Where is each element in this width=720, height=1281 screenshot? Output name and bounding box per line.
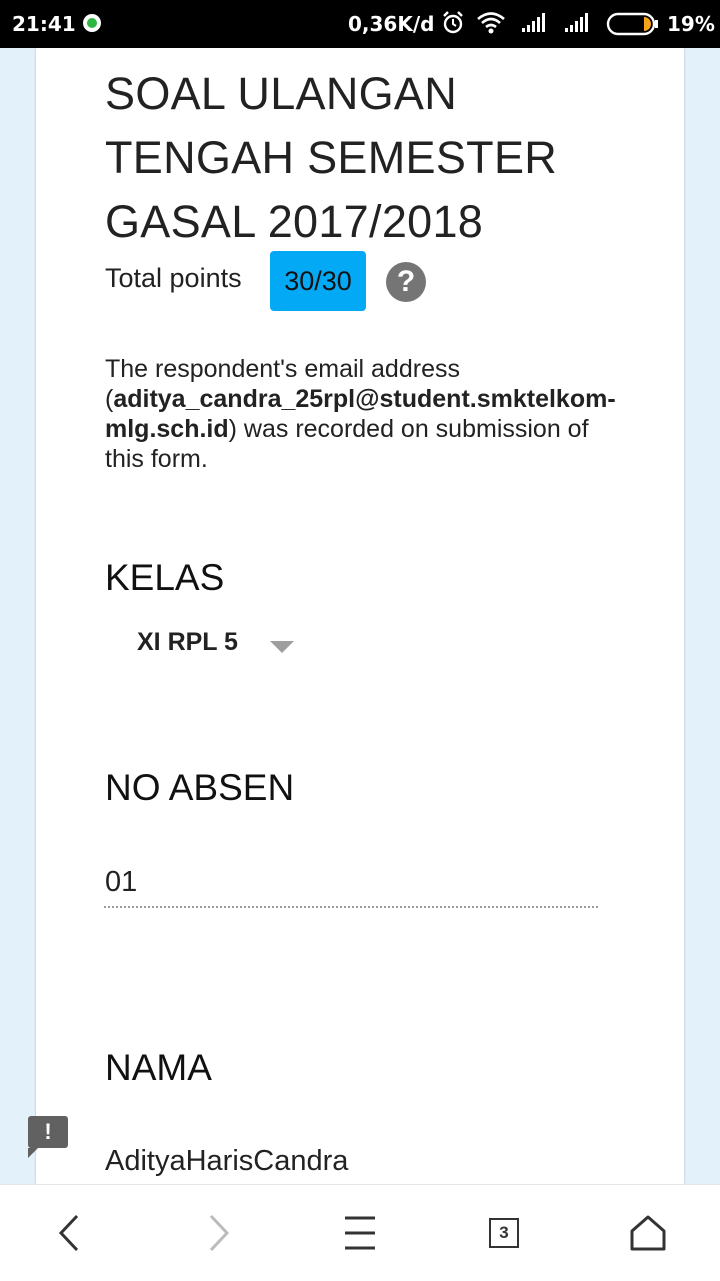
browser-nav-bar: 3 xyxy=(0,1184,720,1281)
kelas-select-value[interactable]: XI RPL 5 xyxy=(137,628,238,657)
alarm-icon xyxy=(443,11,463,34)
menu-button[interactable] xyxy=(312,1185,408,1281)
forward-icon xyxy=(209,1214,230,1252)
back-button[interactable] xyxy=(22,1185,118,1281)
status-bar: 21:41 0,36K/d 19% xyxy=(0,0,720,48)
answer-underline xyxy=(104,906,598,908)
nama-answer: AdityaHarisCandra xyxy=(105,1145,349,1177)
total-points-label: Total points xyxy=(105,263,242,293)
menu-icon xyxy=(345,1216,375,1250)
points-badge: 30/30 xyxy=(270,251,366,311)
status-time: 21:41 xyxy=(12,12,76,36)
email-notice: The respondent's email address (aditya_c… xyxy=(105,354,616,474)
tabs-icon: 3 xyxy=(489,1218,519,1248)
chevron-down-icon[interactable] xyxy=(270,641,294,653)
tabs-button[interactable]: 3 xyxy=(456,1185,552,1281)
home-icon xyxy=(630,1215,666,1251)
report-feedback-icon[interactable]: ! xyxy=(28,1116,68,1158)
home-button[interactable] xyxy=(600,1185,696,1281)
whatsapp-icon xyxy=(83,14,101,32)
signal-icon xyxy=(522,13,545,32)
question-no-absen-label: NO ABSEN xyxy=(105,767,295,808)
wifi-icon xyxy=(477,12,505,34)
help-icon[interactable]: ? xyxy=(386,262,426,302)
no-absen-answer: 01 xyxy=(105,866,138,898)
question-nama-label: NAMA xyxy=(105,1047,212,1088)
forward-button[interactable] xyxy=(170,1185,266,1281)
signal-icon xyxy=(565,13,588,32)
form-title: SOAL ULANGAN TENGAH SEMESTER GASAL 2017/… xyxy=(105,68,558,247)
network-speed: 0,36K/d xyxy=(348,12,435,36)
question-kelas-label: KELAS xyxy=(105,557,225,598)
battery-percentage: 19% xyxy=(667,12,715,36)
battery-icon xyxy=(606,12,658,36)
back-icon xyxy=(58,1214,79,1252)
